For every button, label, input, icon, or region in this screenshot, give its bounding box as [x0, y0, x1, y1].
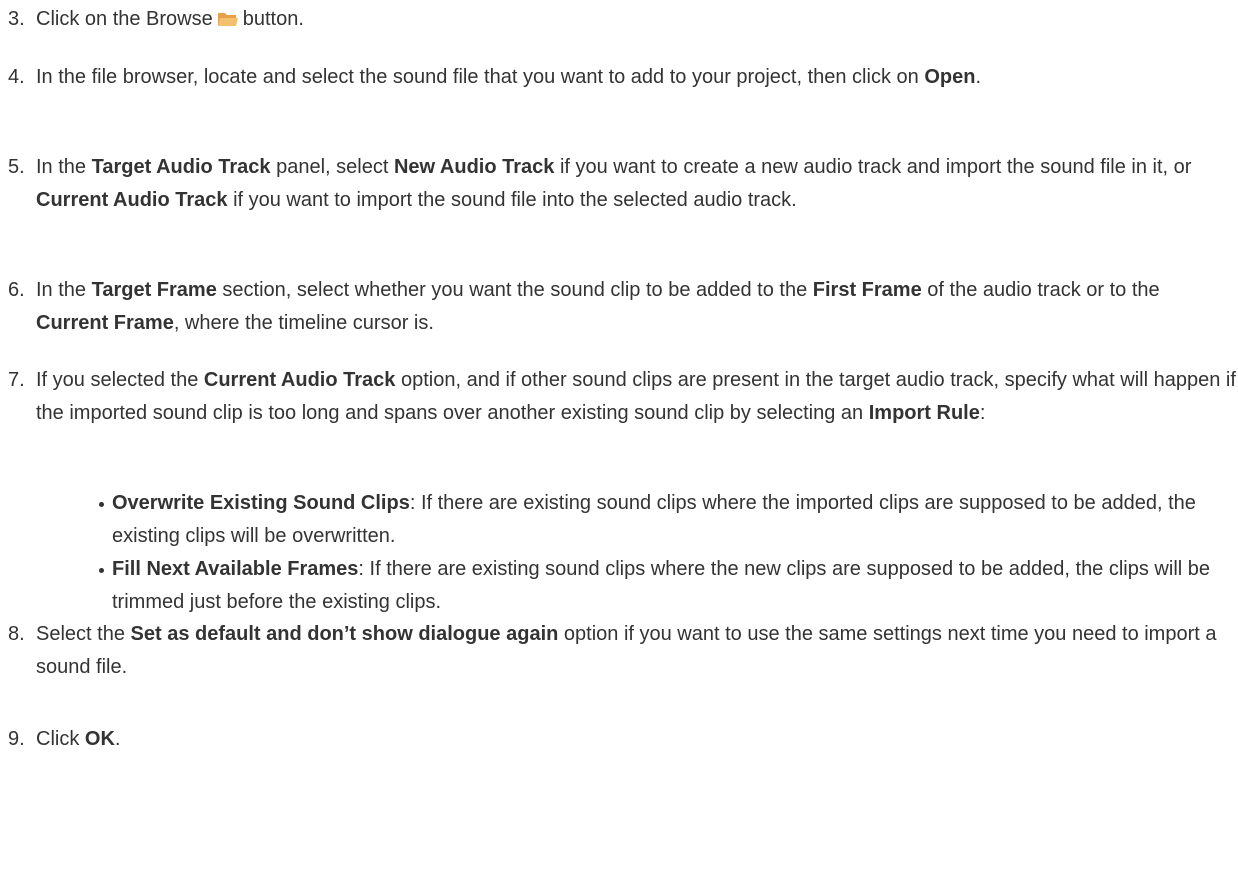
step-number: 8.: [8, 623, 25, 645]
text-run: :: [979, 402, 986, 424]
text-run: , where the timeline cursor is.: [173, 312, 434, 334]
bold-term: Fill Next Available Frames: [112, 558, 359, 580]
text-run: if you want to create a new audio track …: [554, 156, 1192, 178]
step-text: In the file browser, locate and select t…: [36, 61, 1236, 94]
bold-term: Target Frame: [91, 279, 217, 301]
text-run: .: [114, 728, 121, 750]
bullet-text: Overwrite Existing Sound Clips: If there…: [112, 487, 1238, 553]
bold-term: First Frame: [812, 279, 922, 301]
bullet-dot: [99, 502, 104, 507]
bold-term: Target Audio Track: [91, 156, 271, 178]
text-run: if you want to import the sound file int…: [227, 189, 797, 211]
text-run: In the file browser, locate and select t…: [36, 66, 925, 88]
folder-icon: [217, 13, 238, 26]
sub-bullet-item: Fill Next Available Frames: If there are…: [8, 553, 1238, 619]
step-text: Click on the Browse button.: [36, 3, 1236, 36]
bold-term: New Audio Track: [393, 156, 555, 178]
sub-bullet-item: Overwrite Existing Sound Clips: If there…: [8, 487, 1238, 553]
bold-term: Set as default and don’t show dialogue a…: [130, 623, 559, 645]
text-run: button.: [242, 8, 304, 30]
bold-term: Current Frame: [36, 312, 174, 334]
bold-term: Import Rule: [868, 402, 980, 424]
text-run: Select the: [36, 623, 131, 645]
step-text: In the Target Audio Track panel, select …: [36, 151, 1236, 217]
text-run: In the: [36, 156, 92, 178]
step-item: 6. In the Target Frame section, select wh…: [8, 274, 1236, 340]
step-number: 6.: [8, 279, 25, 301]
step-item: 9. Click OK.: [8, 723, 1236, 756]
step-item: 4. In the file browser, locate and select…: [8, 61, 1236, 94]
bold-term: Current Audio Track: [36, 189, 228, 211]
bold-term: Current Audio Track: [203, 369, 396, 391]
step-text: Select the Set as default and don’t show…: [36, 618, 1236, 684]
bold-term: Open: [924, 66, 976, 88]
step-number: 7.: [8, 369, 25, 391]
text-run: Click on the Browse: [36, 8, 213, 30]
step-number: 5.: [8, 156, 25, 178]
step-number: 3.: [8, 8, 25, 30]
step-item: 5. In the Target Audio Track panel, selec…: [8, 151, 1236, 217]
bullet-text: Fill Next Available Frames: If there are…: [112, 553, 1238, 619]
step-text: In the Target Frame section, select whet…: [36, 274, 1236, 340]
step-item: 7. If you selected the Current Audio Trac…: [8, 364, 1236, 430]
text-run: If you selected the: [36, 369, 204, 391]
bullet-dot: [99, 568, 104, 573]
text-run: panel, select: [270, 156, 394, 178]
bold-term: Overwrite Existing Sound Clips: [112, 492, 410, 514]
step-text: If you selected the Current Audio Track …: [36, 364, 1236, 430]
text-run: section, select whether you want the sou…: [216, 279, 813, 301]
step-text: Click OK.: [36, 723, 1236, 756]
step-item: 8. Select the Set as default and don’t sh…: [8, 618, 1236, 684]
text-run: .: [975, 66, 981, 88]
text-run: In the: [36, 279, 92, 301]
step-number: 9.: [8, 728, 25, 750]
text-run: Click: [36, 728, 85, 750]
step-item: 3. Click on the Browse button.: [8, 3, 1236, 36]
text-run: of the audio track or to the: [921, 279, 1160, 301]
step-number: 4.: [8, 66, 25, 88]
bold-term: OK: [84, 728, 115, 750]
